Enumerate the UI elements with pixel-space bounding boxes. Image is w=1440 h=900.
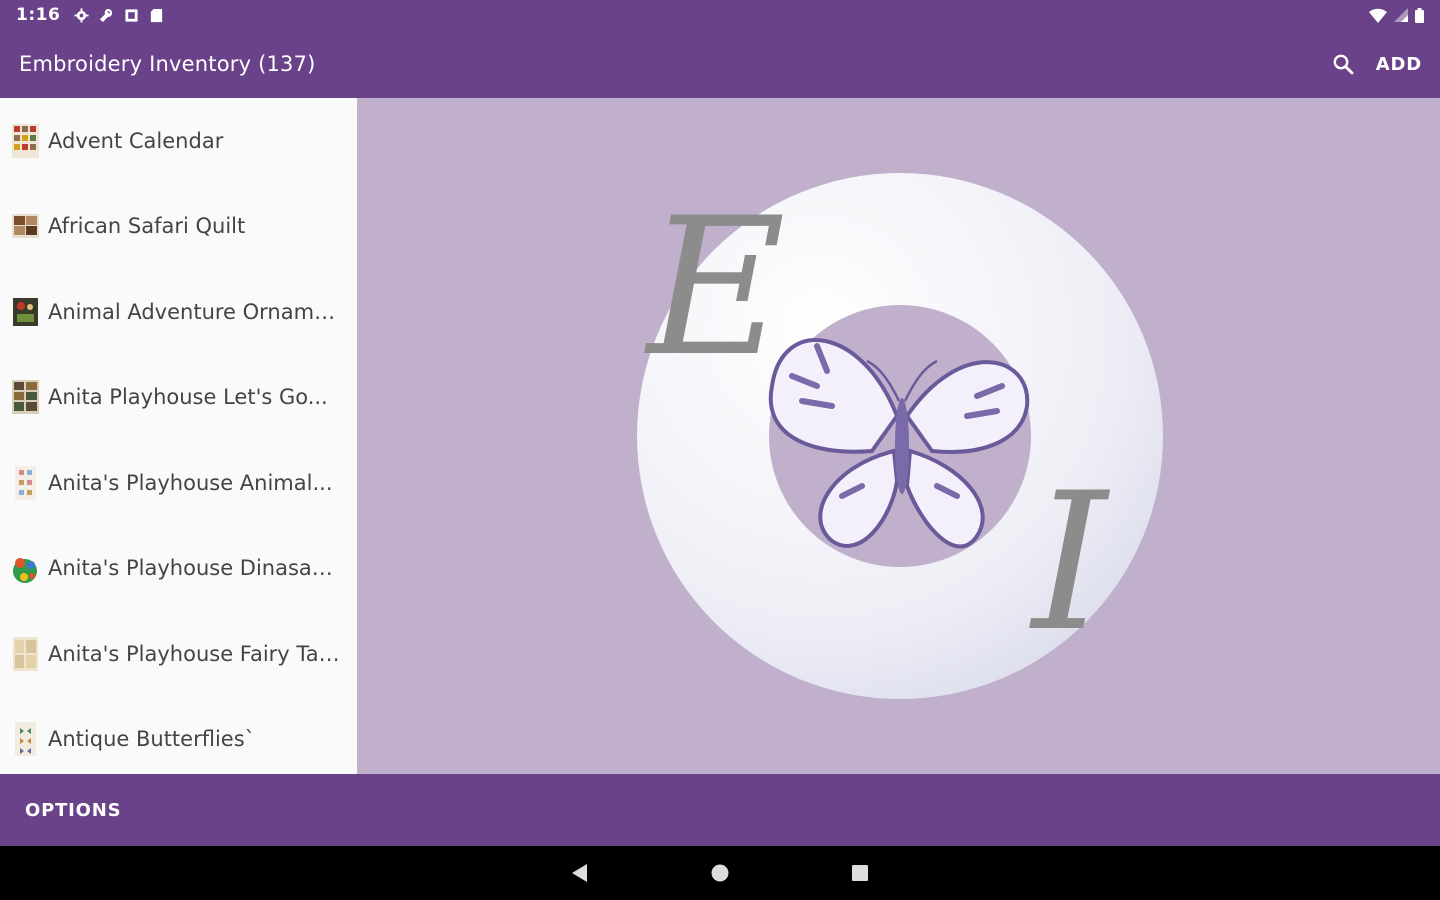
pattern-thumbnail bbox=[15, 722, 36, 757]
list-item-label: Advent Calendar bbox=[48, 128, 224, 153]
recents-icon[interactable] bbox=[850, 863, 870, 883]
pattern-thumbnail bbox=[12, 380, 39, 415]
pattern-thumbnail bbox=[13, 636, 38, 671]
options-button[interactable]: OPTIONS bbox=[25, 800, 121, 821]
list-item[interactable]: Anita's Playhouse Fairy Tai... bbox=[0, 611, 357, 697]
search-button[interactable] bbox=[1322, 43, 1364, 85]
list-item-label: Animal Adventure Orname... bbox=[48, 299, 343, 324]
list-item[interactable]: African Safari Quilt bbox=[0, 184, 357, 270]
detail-pane: E I bbox=[357, 98, 1440, 774]
notification-icon bbox=[125, 8, 138, 22]
status-time: 1:16 bbox=[16, 5, 61, 25]
app-bar: Embroidery Inventory (137) ADD bbox=[0, 30, 1440, 98]
home-icon[interactable] bbox=[710, 863, 730, 883]
list-item[interactable]: Anita Playhouse Let's Go... bbox=[0, 355, 357, 441]
status-bar: 1:16 bbox=[0, 0, 1440, 30]
bottom-bar: OPTIONS bbox=[0, 774, 1440, 846]
pattern-thumbnail bbox=[13, 297, 38, 326]
gear-icon bbox=[74, 7, 89, 23]
list-item[interactable]: Anita's Playhouse Dinasau... bbox=[0, 526, 357, 612]
status-icons-right bbox=[1369, 7, 1424, 23]
back-icon[interactable] bbox=[570, 863, 590, 883]
logo: E I bbox=[637, 173, 1163, 699]
pattern-thumbnail bbox=[12, 123, 39, 158]
app-title: Embroidery Inventory (137) bbox=[19, 52, 316, 76]
pattern-list[interactable]: Advent Calendar African Safari Quilt Ani… bbox=[0, 98, 357, 774]
logo-letter-i-text: I bbox=[1029, 452, 1111, 673]
pattern-thumbnail bbox=[12, 214, 39, 239]
logo-letter-i: I bbox=[1029, 452, 1111, 673]
list-item-label: Anita Playhouse Let's Go... bbox=[48, 385, 328, 410]
app-actions: ADD bbox=[1322, 43, 1422, 85]
list-item[interactable]: Anita's Playhouse Animal... bbox=[0, 440, 357, 526]
list-item-label: Anita's Playhouse Dinasau... bbox=[48, 556, 343, 581]
status-icons-left bbox=[74, 7, 164, 23]
list-item[interactable]: Antique Butterflies` bbox=[0, 697, 357, 775]
wifi-icon bbox=[1369, 8, 1387, 23]
navigation-bar bbox=[0, 846, 1440, 900]
search-icon bbox=[1333, 54, 1354, 75]
logo-letter-e-text: E bbox=[644, 177, 786, 398]
sd-card-icon bbox=[151, 8, 163, 22]
pattern-thumbnail bbox=[13, 558, 37, 584]
pattern-thumbnail bbox=[15, 465, 36, 500]
signal-icon bbox=[1394, 8, 1408, 22]
add-button[interactable]: ADD bbox=[1376, 54, 1422, 75]
list-item[interactable]: Advent Calendar bbox=[0, 98, 357, 184]
list-item-label: Anita's Playhouse Animal... bbox=[48, 470, 333, 495]
battery-icon bbox=[1415, 7, 1424, 23]
list-item-label: Antique Butterflies` bbox=[48, 727, 256, 752]
list-item-label: African Safari Quilt bbox=[48, 214, 246, 239]
list-item[interactable]: Animal Adventure Orname... bbox=[0, 269, 357, 355]
list-item-label: Anita's Playhouse Fairy Tai... bbox=[48, 641, 343, 666]
wrench-icon bbox=[100, 8, 113, 22]
logo-letter-e: E bbox=[644, 177, 786, 398]
